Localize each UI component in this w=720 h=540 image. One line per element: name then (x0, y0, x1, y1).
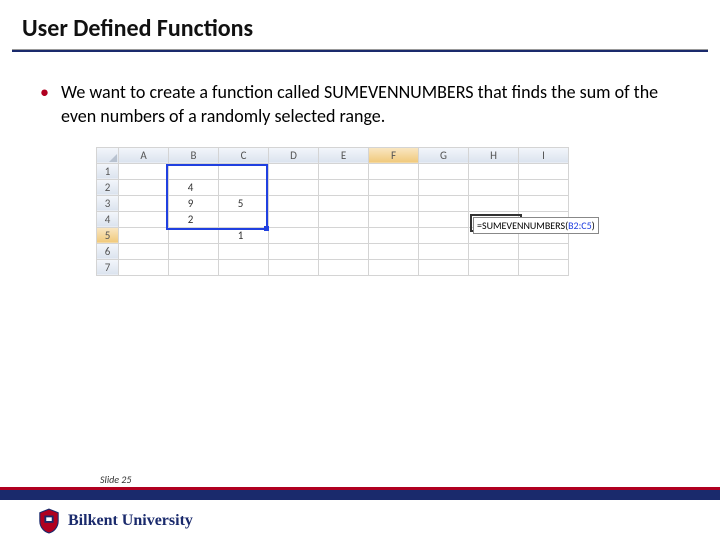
formula-fn: SUMEVENNUMBERS( (482, 219, 568, 232)
cell-C3: 5 (219, 195, 269, 211)
body-text: We want to create a function called SUME… (61, 80, 680, 129)
col-header-G: G (419, 147, 469, 163)
bullet-icon: • (40, 80, 49, 129)
formula-close: ) (592, 219, 595, 232)
col-header-I: I (519, 147, 569, 163)
cell-C5: 1 (219, 227, 269, 243)
col-header-A: A (119, 147, 169, 163)
excel-screenshot: =SUMEVENNUMBERS(B2:C5) A B C D E F G H I… (96, 147, 616, 276)
crest-icon (38, 508, 60, 534)
university-logo: Bilkent University (38, 508, 193, 534)
select-all-corner (97, 147, 119, 163)
col-header-C: C (219, 147, 269, 163)
row-header-4: 4 (97, 211, 119, 227)
cell-B3: 9 (169, 195, 219, 211)
formula-range: B2:C5 (568, 219, 592, 232)
row-header-2: 2 (97, 179, 119, 195)
col-header-E: E (319, 147, 369, 163)
footer-bar (0, 490, 720, 500)
spreadsheet-grid: A B C D E F G H I 1 2 4 3 9 5 4 (96, 147, 569, 276)
row-header-6: 6 (97, 243, 119, 259)
col-header-B: B (169, 147, 219, 163)
row-header-1: 1 (97, 163, 119, 179)
university-name: Bilkent University (68, 512, 193, 530)
slide-title: User Defined Functions (0, 0, 720, 49)
col-header-F: F (369, 147, 419, 163)
body-paragraph: • We want to create a function called SU… (0, 52, 720, 129)
slide-number: Slide 25 (100, 473, 131, 486)
cell-F5 (369, 227, 419, 243)
row-header-5: 5 (97, 227, 119, 243)
cell-B4: 2 (169, 211, 219, 227)
row-header-3: 3 (97, 195, 119, 211)
row-header-7: 7 (97, 259, 119, 275)
col-header-D: D (269, 147, 319, 163)
col-header-H: H (469, 147, 519, 163)
cell-B2: 4 (169, 179, 219, 195)
formula-entry: =SUMEVENNUMBERS(B2:C5) (473, 217, 599, 234)
